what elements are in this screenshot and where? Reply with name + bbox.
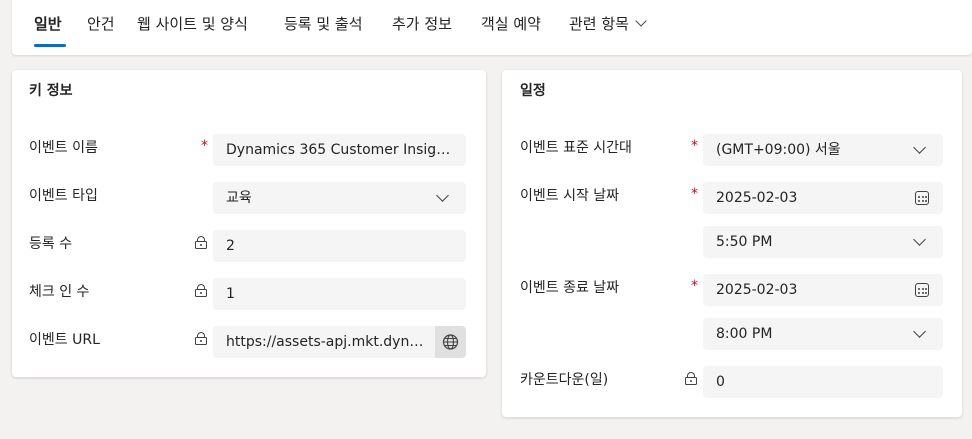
tab-bar: 일반 안건 웹 사이트 및 양식 등록 및 출석 추가 정보 객실 예약 관련 … <box>12 0 972 55</box>
start-time-value: 5:50 PM <box>716 234 773 250</box>
active-tab-indicator <box>34 44 66 47</box>
tab-agenda[interactable]: 안건 <box>87 13 115 34</box>
calendar-icon[interactable] <box>915 191 929 205</box>
countdown-value: 0 <box>716 374 725 390</box>
start-time-select[interactable]: 5:50 PM <box>703 226 943 258</box>
end-date-value: 2025-02-03 <box>716 282 798 298</box>
required-marker: * <box>201 138 208 154</box>
end-time-select[interactable]: 8:00 PM <box>703 318 943 350</box>
globe-icon <box>442 334 459 350</box>
required-marker: * <box>691 138 698 154</box>
registrations-label: 등록 수 <box>29 236 73 252</box>
event-url-label: 이벤트 URL <box>29 332 100 348</box>
event-name-label: 이벤트 이름 <box>29 140 98 156</box>
tab-room-reservations[interactable]: 객실 예약 <box>481 13 541 34</box>
event-type-value: 교육 <box>226 190 252 206</box>
timezone-value: (GMT+09:00) 서울 <box>716 142 841 158</box>
calendar-icon[interactable] <box>915 283 929 297</box>
chevron-down-icon <box>635 15 647 27</box>
start-date-value: 2025-02-03 <box>716 190 798 206</box>
checkins-field: 1 <box>213 278 466 310</box>
timezone-label: 이벤트 표준 시간대 <box>520 140 632 156</box>
countdown-field: 0 <box>703 366 943 398</box>
required-marker: * <box>691 278 698 294</box>
chevron-down-icon <box>913 325 926 338</box>
end-time-value: 8:00 PM <box>716 326 773 342</box>
timezone-select[interactable]: (GMT+09:00) 서울 <box>703 134 943 166</box>
checkins-label: 체크 인 수 <box>29 284 90 300</box>
end-date-label: 이벤트 종료 날짜 <box>520 280 620 296</box>
start-date-label: 이벤트 시작 날짜 <box>520 188 620 204</box>
tab-related-label: 관련 항목 <box>569 15 629 33</box>
key-info-title: 키 정보 <box>29 83 73 99</box>
schedule-title: 일정 <box>520 83 546 99</box>
event-url-field: https://assets-apj.mkt.dynami... <box>213 326 466 358</box>
lock-icon <box>685 372 697 385</box>
tab-related[interactable]: 관련 항목 <box>569 13 647 34</box>
tab-general[interactable]: 일반 <box>34 13 62 34</box>
event-name-field[interactable]: Dynamics 365 Customer Insights ... <box>213 134 466 166</box>
required-marker: * <box>691 186 698 202</box>
event-type-select[interactable]: 교육 <box>213 182 466 214</box>
lock-icon <box>195 332 207 345</box>
end-date-field[interactable]: 2025-02-03 <box>703 274 943 306</box>
open-url-button[interactable] <box>435 326 466 358</box>
registrations-value: 2 <box>226 238 235 254</box>
lock-icon <box>195 236 207 249</box>
chevron-down-icon <box>436 189 449 202</box>
tab-website-forms[interactable]: 웹 사이트 및 양식 <box>137 13 248 34</box>
tab-registration-attendance[interactable]: 등록 및 출석 <box>284 13 363 34</box>
chevron-down-icon <box>913 141 926 154</box>
registrations-field: 2 <box>213 230 466 262</box>
checkins-value: 1 <box>226 286 235 302</box>
event-name-value: Dynamics 365 Customer Insights ... <box>226 142 456 158</box>
start-date-field[interactable]: 2025-02-03 <box>703 182 943 214</box>
event-url-value: https://assets-apj.mkt.dynami... <box>226 334 426 350</box>
chevron-down-icon <box>913 233 926 246</box>
tab-additional-info[interactable]: 추가 정보 <box>392 13 452 34</box>
countdown-label: 카운트다운(일) <box>520 372 609 388</box>
lock-icon <box>195 284 207 297</box>
event-type-label: 이벤트 타입 <box>29 188 98 204</box>
